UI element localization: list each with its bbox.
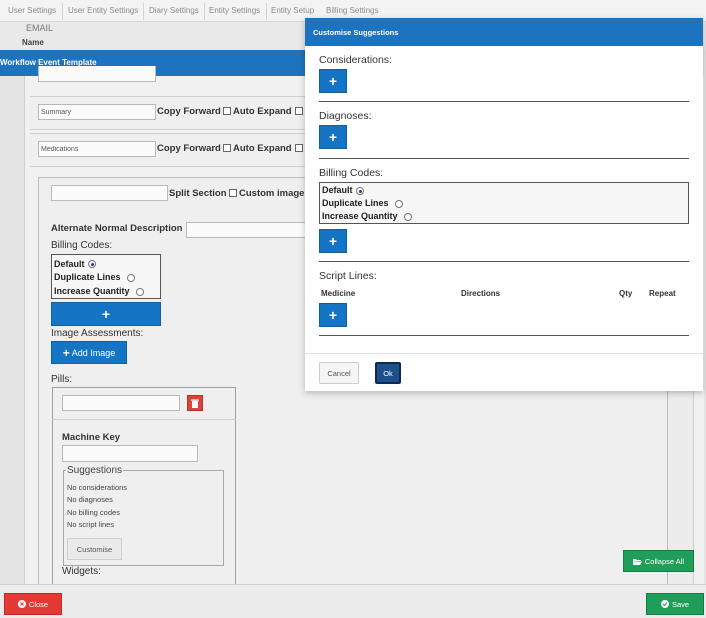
- modal-billing-codes-group: Default Duplicate Lines Increase Quantit…: [319, 182, 689, 224]
- image-assessments-label: Image Assessments:: [51, 328, 144, 339]
- suggestion-billing-codes: No billing codes: [67, 508, 120, 517]
- modal-footer: Cancel Ok: [305, 353, 703, 391]
- considerations-label: Considerations:: [319, 54, 392, 66]
- auto-expand-label: Auto Expand: [233, 106, 292, 117]
- save-label: Save: [671, 599, 690, 609]
- script-column-directions: Directions: [461, 289, 501, 298]
- split-section-label: Split Section: [169, 188, 227, 199]
- alternate-normal-description-label: Alternate Normal Description: [51, 223, 183, 234]
- modal-header: Customise Suggestions: [305, 18, 703, 46]
- auto-expand-label: Auto Expand: [233, 143, 292, 154]
- modal-divider: [319, 261, 689, 262]
- collapse-all-button[interactable]: Collapse All: [623, 550, 694, 572]
- script-column-qty: Qty: [619, 289, 633, 298]
- copy-forward-label: Copy Forward: [157, 106, 221, 117]
- copy-forward-label: Copy Forward: [157, 143, 221, 154]
- alternate-normal-description-input[interactable]: [186, 222, 306, 238]
- modal-divider: [319, 335, 689, 336]
- close-label: Close: [28, 599, 49, 609]
- folder-open-icon: [632, 558, 642, 565]
- tab-entity-setup[interactable]: Entity Setup: [271, 6, 314, 15]
- script-lines-label: Script Lines:: [319, 270, 377, 282]
- plus-icon: +: [328, 233, 338, 249]
- billing-option-duplicate-lines: Duplicate Lines: [54, 272, 121, 282]
- page-footer: [0, 584, 706, 618]
- suggestion-script-lines: No script lines: [67, 520, 115, 529]
- tab-diary-settings[interactable]: Diary Settings: [149, 6, 199, 15]
- suggestion-considerations: No considerations: [67, 483, 128, 492]
- plus-icon: +: [328, 73, 338, 89]
- add-script-line-button[interactable]: +: [319, 303, 347, 327]
- tab-user-settings[interactable]: User Settings: [8, 6, 56, 15]
- billing-option-default: Default: [54, 259, 85, 269]
- billing-increase-radio[interactable]: [136, 288, 144, 296]
- collapse-all-label: Collapse All: [644, 556, 685, 566]
- delete-pill-button[interactable]: [187, 395, 203, 411]
- script-column-medicine: Medicine: [321, 289, 356, 298]
- modal-billing-increase-radio[interactable]: [404, 213, 412, 221]
- diagnoses-label: Diagnoses:: [319, 110, 372, 122]
- modal-billing-default-radio[interactable]: [356, 187, 364, 195]
- modal-title: Customise Suggestions: [313, 28, 399, 37]
- auto-expand-checkbox[interactable]: [295, 144, 303, 152]
- customise-button[interactable]: Customise: [67, 538, 122, 560]
- tab-divider: [143, 3, 144, 20]
- check-circle-icon: [660, 600, 669, 608]
- cancel-button[interactable]: Cancel: [319, 362, 359, 384]
- custom-image-checkbox[interactable]: [229, 189, 237, 197]
- name-column-label: Name: [22, 38, 44, 47]
- modal-divider: [319, 158, 689, 159]
- suggestion-diagnoses: No diagnoses: [67, 495, 113, 504]
- tab-user-entity-settings[interactable]: User Entity Settings: [68, 6, 138, 15]
- add-image-label: Add Image: [71, 347, 116, 358]
- close-circle-icon: [17, 600, 26, 608]
- suggestions-legend: Suggestions: [66, 465, 124, 476]
- machine-key-input[interactable]: [62, 445, 198, 462]
- tab-divider: [204, 3, 205, 20]
- tab-divider: [62, 3, 63, 20]
- add-image-button[interactable]: + Add Image: [51, 341, 127, 364]
- close-button[interactable]: Close: [4, 593, 62, 615]
- email-column-label: EMAIL: [26, 23, 54, 33]
- plus-icon: +: [101, 306, 111, 322]
- section-name-input[interactable]: [38, 104, 156, 120]
- copy-forward-checkbox[interactable]: [223, 144, 231, 152]
- billing-codes-group: Default Duplicate Lines Increase Quantit…: [51, 254, 161, 299]
- plus-icon: +: [62, 345, 70, 360]
- pills-label: Pills:: [51, 374, 73, 385]
- section-name-input[interactable]: [38, 141, 156, 157]
- billing-option-increase-quantity: Increase Quantity: [54, 286, 130, 296]
- modal-billing-option-default: Default: [322, 185, 353, 195]
- ok-button[interactable]: Ok: [375, 362, 401, 384]
- add-modal-billing-code-button[interactable]: +: [319, 229, 347, 253]
- trash-icon: [191, 399, 199, 408]
- modal-billing-codes-label: Billing Codes:: [319, 167, 384, 179]
- top-row-input[interactable]: [38, 66, 156, 82]
- script-column-repeat: Repeat: [649, 289, 676, 298]
- modal-billing-option-increase-quantity: Increase Quantity: [322, 211, 398, 221]
- copy-forward-checkbox[interactable]: [223, 107, 231, 115]
- add-diagnosis-button[interactable]: +: [319, 125, 347, 149]
- modal-billing-duplicate-radio[interactable]: [395, 200, 403, 208]
- add-consideration-button[interactable]: +: [319, 69, 347, 93]
- billing-default-radio[interactable]: [88, 260, 96, 268]
- modal-billing-option-duplicate-lines: Duplicate Lines: [322, 198, 389, 208]
- tab-entity-settings[interactable]: Entity Settings: [209, 6, 260, 15]
- machine-key-label: Machine Key: [62, 432, 121, 443]
- tab-billing-settings[interactable]: Billing Settings: [326, 6, 378, 15]
- auto-expand-checkbox[interactable]: [295, 107, 303, 115]
- pill-name-input[interactable]: [62, 395, 180, 411]
- modal-divider: [319, 101, 689, 102]
- split-section-input[interactable]: [51, 185, 168, 201]
- add-billing-code-button[interactable]: +: [51, 302, 161, 326]
- plus-icon: +: [328, 129, 338, 145]
- custom-image-label: Custom image: [239, 188, 305, 199]
- widgets-label: Widgets:: [62, 566, 101, 577]
- customise-suggestions-modal: Customise Suggestions Considerations: + …: [305, 18, 703, 391]
- save-button[interactable]: Save: [646, 593, 704, 615]
- billing-duplicate-radio[interactable]: [127, 274, 135, 282]
- billing-codes-label: Billing Codes:: [51, 240, 113, 251]
- plus-icon: +: [328, 307, 338, 323]
- tab-divider: [266, 3, 267, 20]
